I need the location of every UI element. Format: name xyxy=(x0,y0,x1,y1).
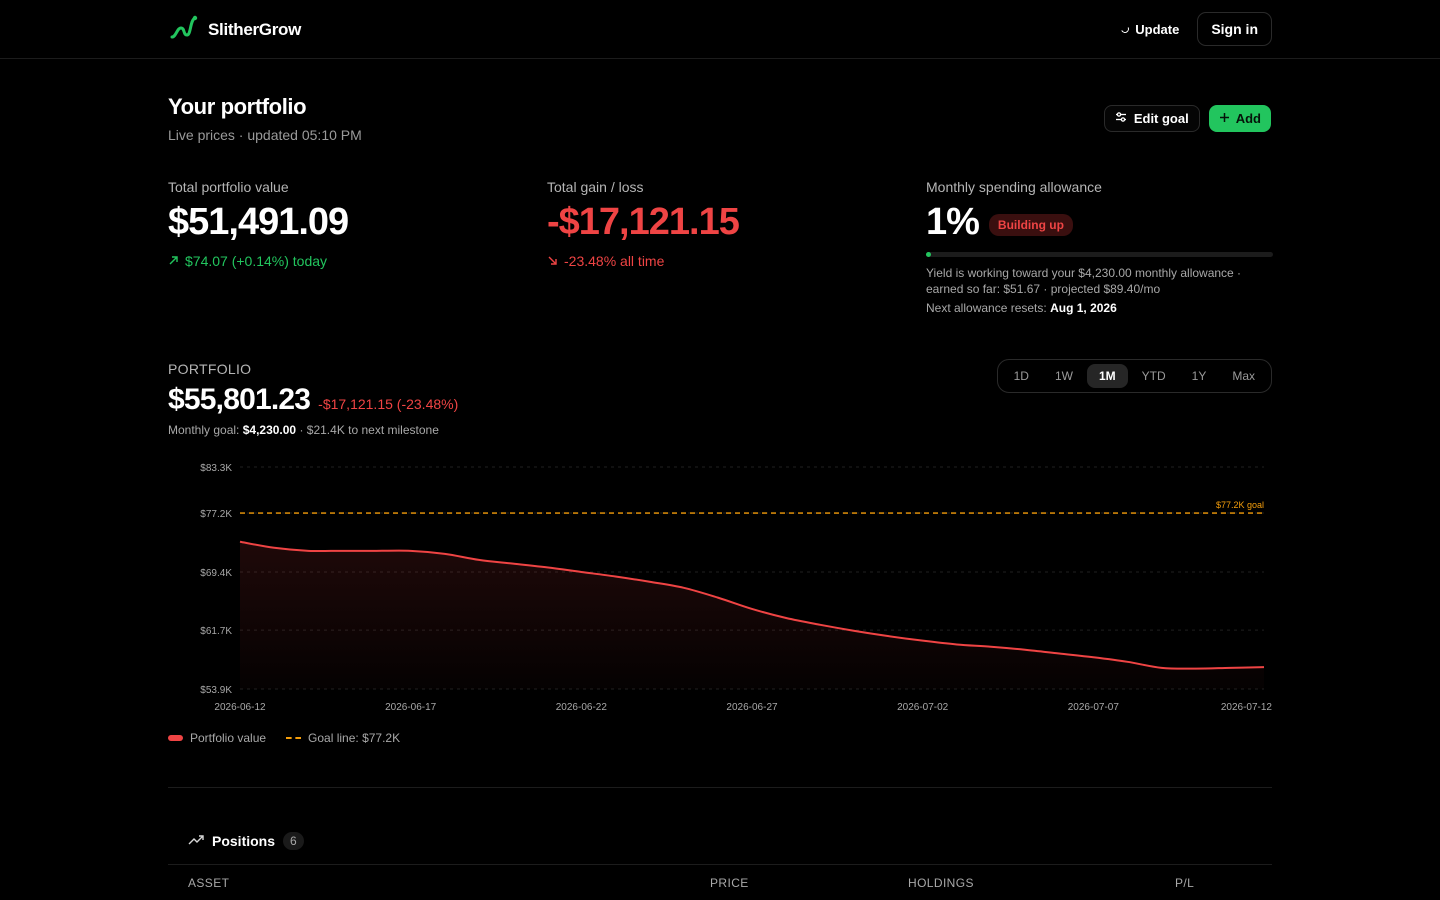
legend-swatch-portfolio xyxy=(168,735,183,741)
add-label: Add xyxy=(1235,111,1261,126)
sign-in-button[interactable]: Sign in xyxy=(1197,12,1272,46)
x-tick-label: 2026-07-02 xyxy=(897,702,949,713)
brand-logo[interactable]: SlitherGrow xyxy=(170,14,301,45)
goal-line-label: $77.2K goal xyxy=(1216,500,1264,510)
x-tick-label: 2026-07-07 xyxy=(1068,702,1120,713)
goal-suffix: · $21.4K to next milestone xyxy=(299,423,439,437)
total-gain-card: Total gain / loss -$17,121.15 -23.48% al… xyxy=(547,179,740,269)
positions-title: Positions xyxy=(212,833,276,849)
allowance-label: Monthly spending allowance xyxy=(926,179,1102,195)
positions-divider xyxy=(168,864,1272,865)
y-tick-label: $77.2K xyxy=(200,509,232,520)
y-tick-label: $53.9K xyxy=(200,685,232,696)
arrow-down-right-icon xyxy=(547,253,558,269)
portfolio-value: $55,801.23 xyxy=(168,383,311,416)
total-value-card: Total portfolio value $51,491.09 $74.07 … xyxy=(168,179,349,269)
column-header-holdings[interactable]: HOLDINGS xyxy=(908,876,974,890)
y-tick-label: $69.4K xyxy=(200,568,232,579)
range-button-ytd[interactable]: YTD xyxy=(1130,364,1178,388)
allowance-percent: 1% xyxy=(926,201,980,243)
allowance-reset-label: Next allowance resets: xyxy=(926,301,1047,315)
portfolio-area-fill xyxy=(240,541,1264,689)
range-button-1d[interactable]: 1D xyxy=(1002,364,1041,388)
allowance-reset: Next allowance resets: Aug 1, 2026 xyxy=(926,301,1276,315)
range-button-1y[interactable]: 1Y xyxy=(1180,364,1219,388)
positions-header: Positions 6 xyxy=(188,832,304,850)
y-tick-label: $61.7K xyxy=(200,626,232,637)
x-tick-label: 2026-06-12 xyxy=(214,702,266,713)
sliders-icon xyxy=(1115,111,1127,126)
allowance-reset-date: Aug 1, 2026 xyxy=(1050,301,1117,315)
y-tick-label: $83.3K xyxy=(200,463,232,474)
status-badge: Building up xyxy=(988,214,1073,236)
brand-name: SlitherGrow xyxy=(208,19,302,39)
snake-logo-icon xyxy=(170,14,198,45)
total-value-amount: $51,491.09 xyxy=(168,201,349,243)
chart-legend: Portfolio value Goal line: $77.2K xyxy=(168,731,400,745)
total-gain-change: -23.48% all time xyxy=(564,253,665,269)
portfolio-goal: Monthly goal: $4,230.00 · $21.4K to next… xyxy=(168,423,439,437)
section-divider xyxy=(168,787,1272,788)
column-header-asset[interactable]: ASSET xyxy=(188,876,229,890)
allowance-card: Monthly spending allowance 1% Building u… xyxy=(926,179,1276,315)
legend-swatch-goal xyxy=(286,737,302,739)
loading-spinner-icon xyxy=(1120,23,1131,35)
allowance-progress-bar xyxy=(926,252,1273,257)
legend-goal-line: Goal line: $77.2K xyxy=(308,731,401,745)
portfolio-chart: $53.9K $61.7K $69.4K $77.2K $83.3K $77.2K goa… xyxy=(200,463,1273,713)
total-gain-label: Total gain / loss xyxy=(547,179,644,195)
range-button-max[interactable]: Max xyxy=(1220,364,1267,388)
trending-up-icon xyxy=(188,833,204,849)
add-button[interactable]: Add xyxy=(1208,105,1271,132)
total-value-change: $74.07 (+0.14%) today xyxy=(185,253,328,269)
range-button-1m[interactable]: 1M xyxy=(1086,364,1128,388)
goal-amount: $4,230.00 xyxy=(242,423,297,437)
range-button-1w[interactable]: 1W xyxy=(1043,364,1085,388)
total-value-label: Total portfolio value xyxy=(168,179,289,195)
edit-goal-button[interactable]: Edit goal xyxy=(1103,105,1200,132)
portfolio-change: -$17,121.15 (-23.48%) xyxy=(318,396,459,412)
legend-portfolio-value: Portfolio value xyxy=(190,731,267,745)
time-range-selector: 1D 1W 1M YTD 1Y Max xyxy=(996,359,1272,393)
plus-icon xyxy=(1219,111,1230,126)
update-label: Update xyxy=(1135,21,1180,37)
allowance-progress-fill xyxy=(926,252,932,257)
portfolio-section-label: PORTFOLIO xyxy=(168,361,252,377)
x-tick-label: 2026-06-17 xyxy=(385,702,437,713)
page-subtitle: Live prices · updated 05:10 PM xyxy=(168,127,362,143)
x-tick-label: 2026-06-27 xyxy=(726,702,778,713)
total-gain-amount: -$17,121.15 xyxy=(547,201,740,243)
goal-prefix: Monthly goal: xyxy=(168,423,240,437)
positions-count: 6 xyxy=(283,832,304,850)
arrow-up-right-icon xyxy=(168,253,179,269)
page-title: Your portfolio xyxy=(168,94,307,119)
edit-goal-label: Edit goal xyxy=(1133,111,1189,126)
top-navigation: SlitherGrow Update Sign in xyxy=(0,0,1440,59)
x-tick-label: 2026-06-22 xyxy=(556,702,608,713)
update-button[interactable]: Update xyxy=(1120,21,1180,37)
column-header-price[interactable]: PRICE xyxy=(710,876,749,890)
column-header-pl[interactable]: P/L xyxy=(1175,876,1194,890)
x-tick-label: 2026-07-12 xyxy=(1221,702,1273,713)
allowance-detail: Yield is working toward your $4,230.00 m… xyxy=(926,266,1242,296)
